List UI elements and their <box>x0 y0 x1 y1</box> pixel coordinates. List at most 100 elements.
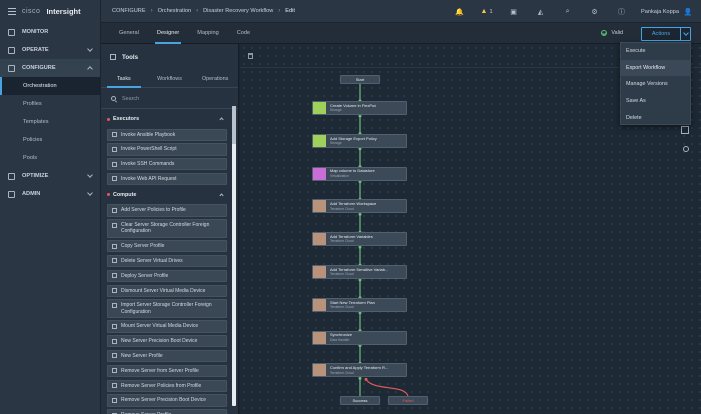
task-item[interactable]: Dismount Server Virtual Media Device <box>107 284 227 297</box>
nav-section-optimize[interactable]: OPTIMIZE <box>0 167 100 185</box>
tools-search-input[interactable] <box>122 95 222 102</box>
breadcrumb-orchestration[interactable]: Orchestration <box>158 8 192 14</box>
tab-general[interactable]: General <box>119 23 139 44</box>
task-node-type: Terraform Cloud <box>330 272 354 277</box>
workflow-task-node[interactable]: Start New Terraform Plan Terraform Cloud <box>312 297 407 312</box>
chevron-up-icon[interactable] <box>87 66 93 72</box>
task-item[interactable]: Remove Server Policies from Profile <box>107 379 227 392</box>
valid-label: Valid <box>611 30 623 36</box>
add-task-icon <box>112 176 117 182</box>
warning-count: 1 <box>489 8 493 15</box>
task-item[interactable]: Import Server Storage Controller Foreign… <box>107 299 227 318</box>
tools-subtabs: Tasks Workflows Operations <box>101 70 238 88</box>
task-item[interactable]: Deploy Server Profile <box>107 269 227 282</box>
nav-section-label: OPTIMIZE <box>22 173 49 179</box>
nav-menu: MONITOR OPERATE CONFIGURE Orchestration Prof… <box>0 23 100 203</box>
task-item[interactable]: Delete Server Virtual Drives <box>107 254 227 268</box>
workflow-task-node[interactable]: Confirm and Apply Terraform R... Terrafor… <box>312 363 407 378</box>
connector-port[interactable] <box>364 377 368 381</box>
clipboard-icon[interactable]: ▣ <box>500 8 527 16</box>
task-item[interactable]: Invoke PowerShell Script <box>107 143 227 156</box>
hamburger-menu-icon[interactable] <box>8 8 16 15</box>
task-item[interactable]: Invoke SSH Commands <box>107 158 227 171</box>
workflow-task-node[interactable]: Add Terraform Workspace Terraform Cloud <box>312 199 407 214</box>
nav-section-operate[interactable]: OPERATE <box>0 41 100 59</box>
task-item-label: Invoke SSH Commands <box>121 161 175 168</box>
add-task-icon <box>112 161 117 167</box>
menu-item-export-workflow[interactable]: Export Workflow <box>621 59 690 77</box>
failed-node[interactable]: Failed <box>388 396 428 405</box>
task-item[interactable]: Remove Server Profile <box>107 409 227 414</box>
task-item[interactable]: Add Server Policies to Profile <box>107 204 227 217</box>
add-task-icon <box>112 132 117 138</box>
category-executors[interactable]: Executors <box>107 112 227 126</box>
task-item[interactable]: New Server Precision Boot Device <box>107 335 227 348</box>
menu-item-execute[interactable]: Execute <box>621 43 690 60</box>
tab-designer[interactable]: Designer <box>154 23 182 44</box>
nav-item-templates[interactable]: Templates <box>0 113 100 131</box>
chevron-up-icon[interactable] <box>219 193 224 198</box>
workflow-task-node[interactable]: Add Terraform Variables Terraform Cloud <box>312 232 407 247</box>
task-item[interactable]: Mount Server Virtual Media Device <box>107 320 227 333</box>
task-list: Executors Invoke Ansible Playbook Invoke P… <box>101 110 233 414</box>
user-name[interactable]: Pankaja Koppa <box>641 9 679 15</box>
nav-section-configure[interactable]: CONFIGURE <box>0 59 100 77</box>
task-item[interactable]: Invoke Ansible Playbook <box>107 128 227 141</box>
settings-icon[interactable]: ⚙ <box>581 8 608 16</box>
nav-section-monitor[interactable]: MONITOR <box>0 23 100 41</box>
tools-title: Tools <box>122 53 139 61</box>
subtab-operations[interactable]: Operations <box>192 70 238 87</box>
bell-icon[interactable]: 🔔 <box>446 8 473 16</box>
workflow-task-node[interactable]: Add Storage Export Policy Storage <box>312 133 407 148</box>
tab-code[interactable]: Code <box>237 23 250 44</box>
task-item[interactable]: Remove Server Precision Boot Device <box>107 394 227 407</box>
menu-item-manage-versions[interactable]: Manage Versions <box>621 76 690 93</box>
terraform-task-icon <box>313 233 326 246</box>
chevron-up-icon[interactable] <box>219 117 224 122</box>
actions-button[interactable]: Actions <box>641 27 691 41</box>
help-icon[interactable]: ⓘ <box>608 7 635 17</box>
task-item[interactable]: New Server Profile <box>107 349 227 363</box>
tab-mapping[interactable]: Mapping <box>197 23 218 44</box>
chevron-down-icon[interactable] <box>87 46 93 52</box>
warning-icon[interactable]: ▲ 1 <box>473 8 500 15</box>
nav-item-pools[interactable]: Pools <box>0 149 100 167</box>
subtab-workflows[interactable]: Workflows <box>147 70 193 87</box>
task-item-label: New Server Profile <box>121 352 163 359</box>
task-item[interactable]: Invoke Web API Request <box>107 172 227 186</box>
workflow-task-node[interactable]: Map volume to Datastore Virtualization <box>312 166 407 181</box>
task-item[interactable]: Clear Server Storage Controller Foreign … <box>107 219 227 238</box>
success-node[interactable]: Success <box>340 396 380 405</box>
menu-item-save-as[interactable]: Save As <box>621 93 690 110</box>
task-item-label: Clear Server Storage Controller Foreign … <box>121 222 210 235</box>
megaphone-icon[interactable]: ◭ <box>527 8 554 16</box>
nav-item-policies[interactable]: Policies <box>0 131 100 149</box>
nav-item-profiles[interactable]: Profiles <box>0 95 100 113</box>
add-task-icon <box>112 397 117 403</box>
workflow-task-node[interactable]: Create Volume in FlexPod Storage <box>312 101 407 115</box>
category-compute[interactable]: Compute <box>107 188 227 202</box>
breadcrumb-separator-icon: › <box>278 8 281 14</box>
search-icon[interactable]: ⌕ <box>554 8 581 16</box>
add-task-icon <box>112 258 117 264</box>
chevron-down-icon[interactable] <box>87 190 93 196</box>
task-item[interactable]: Copy Server Profile <box>107 240 227 253</box>
workflow-task-node[interactable]: Synchronize Data Handler <box>312 330 407 345</box>
nav-item-orchestration[interactable]: Orchestration <box>0 77 100 95</box>
task-list-scrollbar[interactable] <box>232 106 236 406</box>
chevron-down-icon[interactable] <box>87 172 93 178</box>
menu-item-delete[interactable]: Delete <box>621 109 690 126</box>
start-node[interactable]: Start <box>340 75 380 84</box>
nav-section-admin[interactable]: ADMIN <box>0 185 100 203</box>
user-icon[interactable]: 👤 <box>683 8 693 16</box>
chevron-down-icon[interactable] <box>680 28 690 40</box>
scrollbar-thumb[interactable] <box>232 106 236 144</box>
breadcrumb-configure[interactable]: CONFIGURE <box>112 8 146 14</box>
subtab-tasks[interactable]: Tasks <box>101 70 147 88</box>
task-item[interactable]: Remove Server from Server Profile <box>107 364 227 377</box>
breadcrumb-workflow[interactable]: Disaster Recovery Workflow <box>203 8 273 14</box>
workflow-task-node[interactable]: Add Terraform Sensitive Variab... Terrafo… <box>312 265 407 279</box>
task-item-label: Remove Server Policies from Profile <box>121 382 202 389</box>
grid-view-icon[interactable] <box>681 126 689 134</box>
zoom-icon[interactable] <box>683 146 689 152</box>
